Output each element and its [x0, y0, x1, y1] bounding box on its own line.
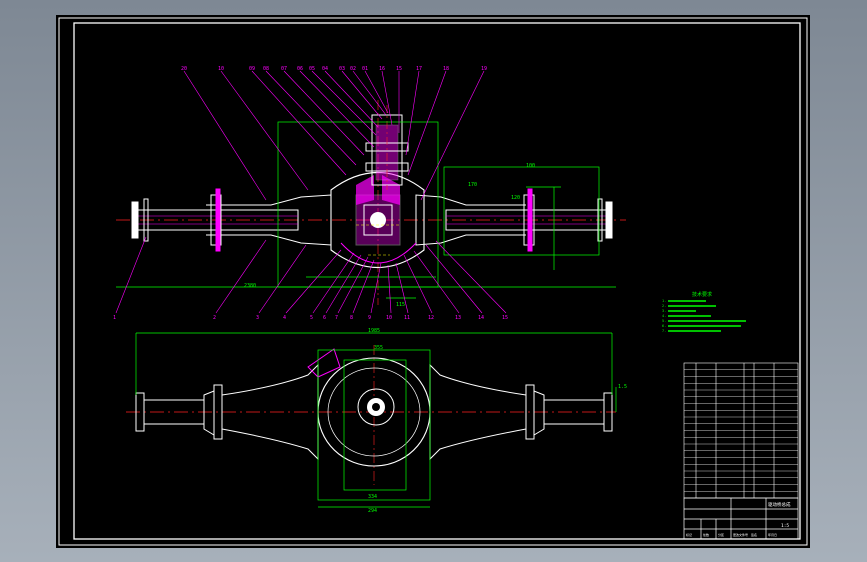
balloon-06: 06: [297, 66, 303, 72]
note-line-3: 3.: [662, 309, 666, 313]
balloon-10: 10: [218, 66, 224, 72]
balloon-02: 02: [350, 66, 356, 72]
drawing-title: 驱动桥总成: [768, 501, 791, 508]
note-line-6: 6.: [662, 324, 666, 328]
balloon-03: 03: [339, 66, 345, 72]
balloon-b4: 4: [283, 315, 286, 321]
balloon-b7: 7: [335, 315, 338, 321]
technical-notes: 技术要求 1. 2. 3. 4. 5. 6. 7.: [662, 291, 746, 333]
note-line-4: 4.: [662, 314, 666, 318]
balloon-18: 18: [443, 66, 449, 72]
balloon-05: 05: [309, 66, 315, 72]
tech-notes-title: 技术要求: [692, 291, 712, 298]
balloon-b8: 8: [350, 315, 353, 321]
balloon-b13: 13: [455, 315, 461, 321]
dim-track-width: 1985: [368, 328, 380, 334]
balloon-15: 15: [396, 66, 402, 72]
cad-viewer: 2380 170 120 115 100 20 10 09 08 07 06 0…: [0, 0, 867, 562]
note-line-7: 7.: [662, 329, 666, 333]
leader-lines-top: [183, 70, 485, 201]
balloon-04: 04: [322, 66, 328, 72]
tb-label-change: 更改文件号: [733, 532, 748, 537]
plan-view: [126, 332, 617, 508]
outer-frame: [58, 17, 808, 546]
balloon-b14: 14: [478, 315, 484, 321]
balloon-b6: 6: [323, 315, 326, 321]
balloon-b10: 10: [386, 315, 392, 321]
balloon-numbers-top: 20 10 09 08 07 06 05 04 03 02 01 16 15 1…: [181, 66, 487, 72]
balloon-b3: 3: [256, 315, 259, 321]
dim-carrier-width: 115: [396, 302, 405, 308]
leader-lines-bottom: [115, 236, 507, 314]
balloon-numbers-bottom: 1 2 3 4 5 6 7 8 9 10 11 12 13 14 15: [113, 315, 508, 321]
tb-label-sign: 签名: [751, 532, 757, 537]
balloon-17: 17: [416, 66, 422, 72]
balloon-19: 19: [481, 66, 487, 72]
dim-flange: 100: [526, 163, 535, 169]
tb-label-zone: 分区: [718, 532, 724, 537]
drawing-canvas[interactable]: 2380 170 120 115 100 20 10 09 08 07 06 0…: [56, 15, 810, 548]
balloon-b2: 2: [213, 315, 216, 321]
tb-label-mark: 标记: [686, 532, 692, 537]
balloon-b12: 12: [428, 315, 434, 321]
dim-housing-outer: 294: [368, 508, 377, 514]
drawing-sheet[interactable]: 2380 170 120 115 100 20 10 09 08 07 06 0…: [56, 15, 810, 548]
balloon-09: 09: [249, 66, 255, 72]
balloon-b11: 11: [404, 315, 410, 321]
balloon-b15: 15: [502, 315, 508, 321]
note-line-2: 2.: [662, 304, 666, 308]
balloon-07: 07: [281, 66, 287, 72]
balloon-b5: 5: [310, 315, 313, 321]
parts-list-rows: [684, 369, 798, 492]
inner-frame: [73, 22, 801, 540]
dim-hub-length: 170: [468, 182, 477, 188]
dim-housing-inner: 334: [368, 494, 377, 500]
balloon-20: 20: [181, 66, 187, 72]
tb-label-count: 处数: [703, 532, 709, 537]
balloon-08: 08: [263, 66, 269, 72]
balloon-16: 16: [379, 66, 385, 72]
balloon-b1: 1: [113, 315, 116, 321]
section-view: [116, 100, 626, 305]
dim-offset: 1.5: [618, 384, 627, 390]
note-line-1: 1.: [662, 299, 666, 303]
balloon-01: 01: [362, 66, 368, 72]
dim-hub-offset: 120: [511, 195, 520, 201]
dim-housing-width: 355: [374, 345, 383, 351]
balloon-b9: 9: [368, 315, 371, 321]
drawing-scale: 1:5: [781, 523, 789, 529]
tb-label-date: 年月日: [768, 532, 777, 537]
title-block-labels: 标记 处数 分区 更改文件号 签名 年月日: [686, 532, 777, 537]
note-line-5: 5.: [662, 319, 666, 323]
dim-overall-length: 2380: [244, 283, 256, 289]
